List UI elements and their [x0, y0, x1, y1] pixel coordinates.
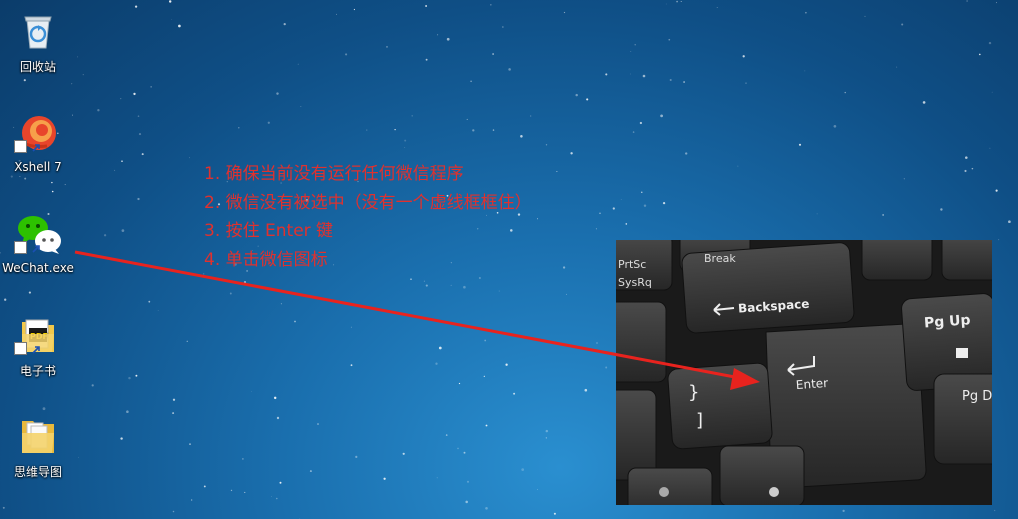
annotation-arrow: [74, 250, 760, 390]
